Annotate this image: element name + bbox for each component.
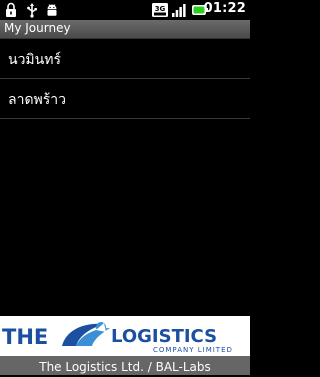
3g-icon: 3G [152,2,168,18]
usb-icon [26,2,38,18]
brand-left: THE [2,325,48,349]
journey-list: นวมินทร์ ลาดพร้าว [0,39,250,119]
signal-icon [171,2,187,18]
app-title: My Journey [4,21,71,35]
brand-right: LOGISTICS [111,326,217,347]
company-banner[interactable]: THE LOGISTICS COMPANY LIMITED [0,316,250,356]
list-item[interactable]: นวมินทร์ [0,39,250,79]
footer: The Logistics Ltd. / BAL-Labs [0,356,250,375]
list-item-label: ลาดพร้าว [8,92,67,108]
status-time: 01:22 [203,1,246,16]
list-item-label: นวมินทร์ [8,52,61,68]
svg-text:3G: 3G [155,5,166,13]
footer-text: The Logistics Ltd. / BAL-Labs [39,360,211,374]
logo-mark-icon [62,322,110,346]
app-title-bar: My Journey [0,20,250,39]
brand-sub: COMPANY LIMITED [153,346,233,354]
android-icon [45,2,59,18]
company-logo: THE LOGISTICS COMPANY LIMITED [2,322,233,354]
list-item[interactable]: ลาดพร้าว [0,79,250,119]
status-bar: 3G 01:22 [0,0,250,20]
lock-icon [5,2,17,18]
